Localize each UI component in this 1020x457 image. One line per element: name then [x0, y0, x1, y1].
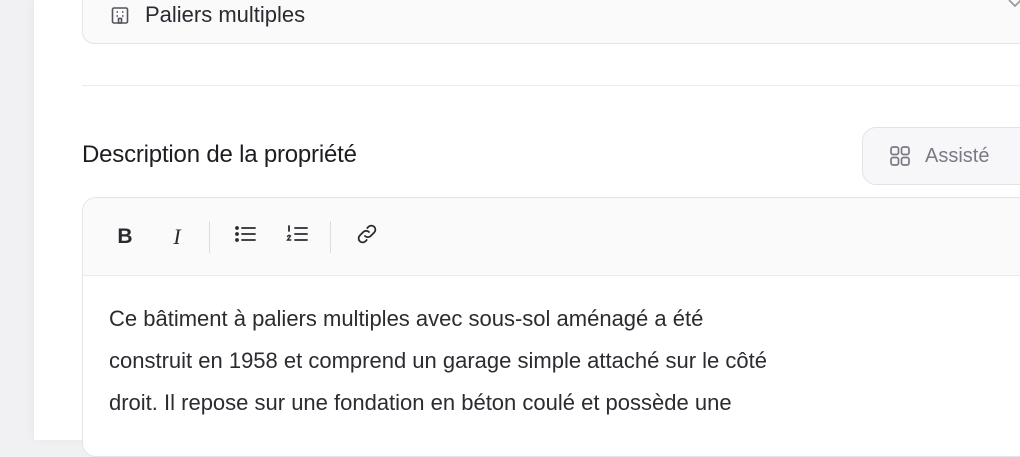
bold-label: B — [117, 224, 133, 248]
numbered-list-icon — [286, 223, 310, 250]
link-icon — [355, 222, 379, 251]
editor-line: construit en 1958 et comprend un garage … — [109, 348, 767, 373]
italic-label: I — [173, 223, 181, 249]
form-panel: Paliers multiples Description de la prop… — [34, 0, 1020, 457]
chevron-down-icon — [1005, 0, 1020, 16]
toolbar-separator — [330, 220, 331, 253]
grid-icon — [889, 144, 913, 168]
assist-label: Assisté — [925, 144, 990, 167]
building-icon — [109, 4, 131, 26]
property-type-value: Paliers multiples — [145, 2, 306, 27]
link-button[interactable] — [351, 221, 383, 253]
numbered-list-button[interactable] — [282, 221, 314, 253]
italic-button[interactable]: I — [161, 221, 193, 253]
bold-button[interactable]: B — [109, 221, 141, 253]
toolbar-separator — [209, 220, 210, 253]
assist-button[interactable]: Assisté — [862, 127, 1020, 185]
editor-line: droit. Il repose sur une fondation en bé… — [109, 390, 732, 415]
section-divider — [82, 85, 1020, 86]
editor-line: Ce bâtiment à paliers multiples avec sou… — [109, 306, 704, 331]
editor-toolbar: B I — [83, 198, 1020, 276]
description-title: Description de la propriété — [82, 141, 357, 168]
rich-text-editor: B I Ce bâtiment à paliers multiples avec… — [82, 197, 1020, 457]
bullet-list-icon — [234, 223, 258, 250]
property-type-select[interactable]: Paliers multiples — [82, 0, 1020, 44]
bullet-list-button[interactable] — [230, 221, 262, 253]
editor-content[interactable]: Ce bâtiment à paliers multiples avec sou… — [83, 276, 1020, 424]
